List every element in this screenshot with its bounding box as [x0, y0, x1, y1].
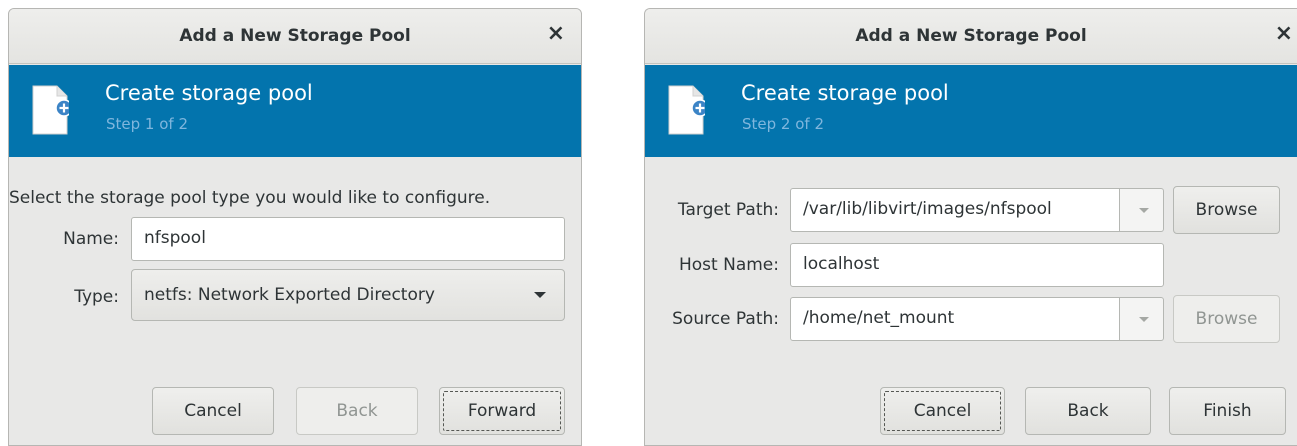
- forward-button[interactable]: Forward: [439, 387, 565, 435]
- cancel-button[interactable]: Cancel: [152, 387, 274, 435]
- titlebar: Add a New Storage Pool ×: [9, 9, 581, 64]
- dialog-title: Add a New Storage Pool: [855, 26, 1087, 46]
- step-indicator: Step 2 of 2: [742, 115, 825, 133]
- source-path-label: Source Path:: [672, 309, 779, 329]
- name-label: Name:: [63, 229, 119, 249]
- close-icon[interactable]: ×: [1275, 23, 1293, 45]
- host-name-label: Host Name:: [679, 255, 779, 275]
- target-browse-button[interactable]: Browse: [1173, 186, 1280, 234]
- add-storage-pool-dialog-step2: Add a New Storage Pool × Create storage …: [644, 8, 1297, 446]
- source-path-dropdown[interactable]: [1120, 297, 1164, 341]
- type-label: Type:: [74, 287, 119, 307]
- back-button[interactable]: Back: [296, 387, 418, 435]
- type-dropdown-value: netfs: Network Exported Directory: [144, 285, 435, 305]
- banner-heading: Create storage pool: [105, 81, 313, 105]
- chevron-down-icon: [1139, 208, 1149, 213]
- target-path-dropdown[interactable]: [1120, 188, 1164, 232]
- target-path-input[interactable]: /var/lib/libvirt/images/nfspool: [790, 188, 1120, 232]
- banner-heading: Create storage pool: [741, 81, 949, 105]
- wizard-banner: Create storage pool Step 2 of 2: [645, 65, 1297, 157]
- step-indicator: Step 1 of 2: [106, 115, 189, 133]
- target-path-label: Target Path:: [677, 200, 779, 220]
- back-button[interactable]: Back: [1025, 387, 1151, 435]
- titlebar: Add a New Storage Pool ×: [645, 9, 1297, 64]
- type-dropdown[interactable]: netfs: Network Exported Directory: [131, 269, 565, 321]
- add-storage-pool-dialog-step1: Add a New Storage Pool × Create storage …: [8, 8, 582, 446]
- new-document-icon: [668, 85, 705, 135]
- chevron-down-icon: [1139, 317, 1149, 322]
- finish-button[interactable]: Finish: [1169, 387, 1286, 435]
- new-document-icon: [32, 85, 69, 135]
- source-browse-button[interactable]: Browse: [1173, 295, 1280, 343]
- chevron-down-icon: [534, 292, 546, 298]
- name-input[interactable]: nfspool: [131, 217, 565, 261]
- wizard-banner: Create storage pool Step 1 of 2: [9, 65, 581, 157]
- dialog-title: Add a New Storage Pool: [179, 26, 411, 46]
- cancel-button[interactable]: Cancel: [880, 387, 1005, 435]
- host-name-input[interactable]: localhost: [790, 243, 1164, 287]
- source-path-input[interactable]: /home/net_mount: [790, 297, 1120, 341]
- close-icon[interactable]: ×: [547, 23, 565, 45]
- intro-text: Select the storage pool type you would l…: [9, 188, 491, 208]
